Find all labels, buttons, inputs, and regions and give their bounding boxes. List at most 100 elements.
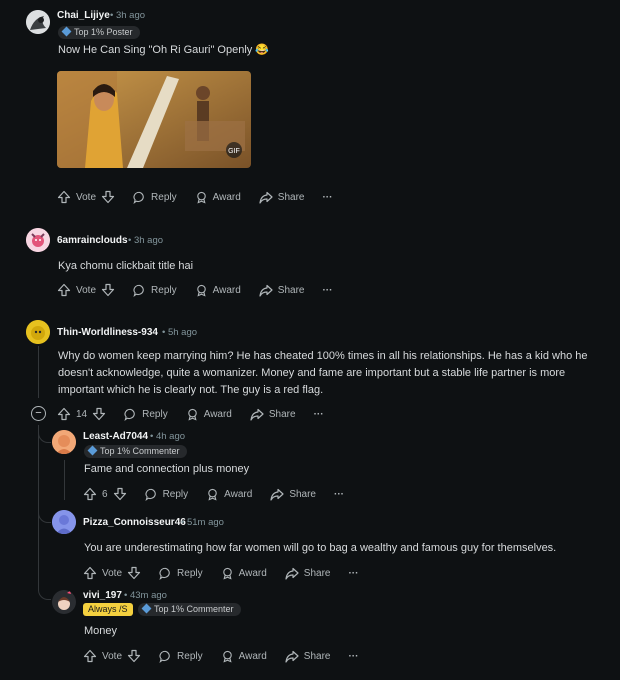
timestamp: • 3h ago xyxy=(128,235,163,246)
reply-button[interactable]: Reply xyxy=(159,567,203,580)
more-label: ··· xyxy=(334,488,344,500)
badge-label: Top 1% Poster xyxy=(74,27,133,37)
vote-count: Vote xyxy=(76,284,97,296)
share-button[interactable]: Share xyxy=(250,408,296,421)
downvote-icon[interactable] xyxy=(101,190,115,204)
user-flair: Always /S xyxy=(83,603,133,616)
avatar[interactable] xyxy=(52,510,76,534)
avatar[interactable] xyxy=(52,430,76,454)
reply-button[interactable]: Reply xyxy=(124,408,168,421)
share-label: Share xyxy=(289,488,316,500)
comment-text: Why do women keep marrying him? He has c… xyxy=(58,350,588,396)
share-button[interactable]: Share xyxy=(259,284,304,297)
gif-image[interactable]: GIF xyxy=(57,71,251,168)
comment-text: Money xyxy=(84,625,118,637)
downvote-icon[interactable] xyxy=(127,566,141,580)
thread-line xyxy=(64,460,65,500)
upvote-icon[interactable] xyxy=(83,566,97,580)
timestamp-text: 51m ago xyxy=(186,517,224,528)
share-icon xyxy=(259,191,273,204)
avatar[interactable] xyxy=(26,10,50,34)
share-icon xyxy=(250,408,264,421)
avatar[interactable] xyxy=(26,320,50,344)
more-options-button[interactable]: ··· xyxy=(322,192,332,203)
reply-button[interactable]: Reply xyxy=(145,488,188,501)
more-options-button[interactable]: ··· xyxy=(348,651,358,662)
status-badge: Top 1% Commenter xyxy=(138,603,241,616)
username[interactable]: Pizza_Connoisseur46 xyxy=(83,517,186,528)
more-label: ··· xyxy=(313,408,324,420)
timestamp: • 43m ago xyxy=(124,590,167,601)
reply-label: Reply xyxy=(177,650,203,662)
more-options-button[interactable]: ··· xyxy=(334,489,344,500)
upvote-icon[interactable] xyxy=(83,649,97,663)
gem-icon xyxy=(61,26,72,37)
comment-actions: Vote Reply Award Share ··· xyxy=(57,282,350,298)
upvote-icon[interactable] xyxy=(57,283,71,297)
avatar[interactable] xyxy=(52,590,76,614)
username[interactable]: 6amrainclouds xyxy=(57,235,128,246)
status-badge: Top 1% Poster xyxy=(58,26,140,39)
reply-button[interactable]: Reply xyxy=(159,650,203,663)
share-label: Share xyxy=(277,191,305,203)
downvote-icon[interactable] xyxy=(127,649,141,663)
separator: • xyxy=(128,235,132,246)
share-button[interactable]: Share xyxy=(259,191,305,204)
username[interactable]: Thin-Worldliness-934 xyxy=(57,327,158,338)
vote-count: Vote xyxy=(102,650,123,662)
reply-button[interactable]: Reply xyxy=(133,284,177,297)
award-label: Award xyxy=(212,284,241,296)
downvote-icon[interactable] xyxy=(92,407,106,421)
upvote-icon[interactable] xyxy=(57,190,71,204)
downvote-icon[interactable] xyxy=(113,487,127,501)
award-button[interactable]: Award xyxy=(186,408,232,421)
collapse-button[interactable]: − xyxy=(31,406,46,421)
award-icon xyxy=(221,567,234,580)
share-button[interactable]: Share xyxy=(285,567,331,580)
award-button[interactable]: Award xyxy=(221,567,267,580)
username[interactable]: Least-Ad7044 xyxy=(83,431,148,442)
comment-text: You are underestimating how far women wi… xyxy=(84,542,557,554)
thread-connector xyxy=(38,510,51,523)
downvote-icon[interactable] xyxy=(101,283,115,297)
more-options-button[interactable]: ··· xyxy=(322,285,332,296)
gem-icon xyxy=(87,445,98,456)
award-button[interactable]: Award xyxy=(195,284,241,297)
more-label: ··· xyxy=(348,567,359,579)
award-button[interactable]: Award xyxy=(206,488,252,501)
share-label: Share xyxy=(303,567,331,579)
more-options-button[interactable]: ··· xyxy=(314,409,324,420)
reply-icon xyxy=(145,488,158,501)
award-button[interactable]: Award xyxy=(221,650,267,663)
username[interactable]: vivi_197 xyxy=(83,590,122,601)
reply-label: Reply xyxy=(151,191,177,203)
upvote-icon[interactable] xyxy=(57,407,71,421)
gem-icon xyxy=(141,603,152,614)
comment-actions: Vote Reply Award Share ··· xyxy=(83,648,376,664)
award-label: Award xyxy=(238,567,267,579)
avatar[interactable] xyxy=(26,228,50,252)
reply-icon xyxy=(159,567,172,580)
reply-button[interactable]: Reply xyxy=(133,191,177,204)
award-icon xyxy=(195,284,208,297)
timestamp-text: 3h ago xyxy=(115,10,146,21)
award-label: Award xyxy=(203,408,232,420)
reply-icon xyxy=(133,284,146,297)
more-options-button[interactable]: ··· xyxy=(348,568,358,579)
timestamp-text: 4h ago xyxy=(155,431,186,442)
share-button[interactable]: Share xyxy=(270,488,316,501)
thread-connector xyxy=(38,425,51,443)
vote-count: Vote xyxy=(76,191,97,203)
reply-icon xyxy=(133,191,146,204)
timestamp: • 4h ago xyxy=(150,431,185,442)
award-button[interactable]: Award xyxy=(195,191,241,204)
reply-label: Reply xyxy=(142,408,168,420)
upvote-icon[interactable] xyxy=(83,487,97,501)
username[interactable]: Chai_Lijiye xyxy=(57,10,110,21)
comment-text: Kya chomu clickbait title hai xyxy=(58,260,194,272)
timestamp-text: 3h ago xyxy=(133,235,164,246)
comment-actions: Vote Reply Award Share ··· xyxy=(57,189,350,205)
award-icon xyxy=(221,650,234,663)
share-button[interactable]: Share xyxy=(285,650,330,663)
timestamp: • 3h ago xyxy=(110,10,145,21)
